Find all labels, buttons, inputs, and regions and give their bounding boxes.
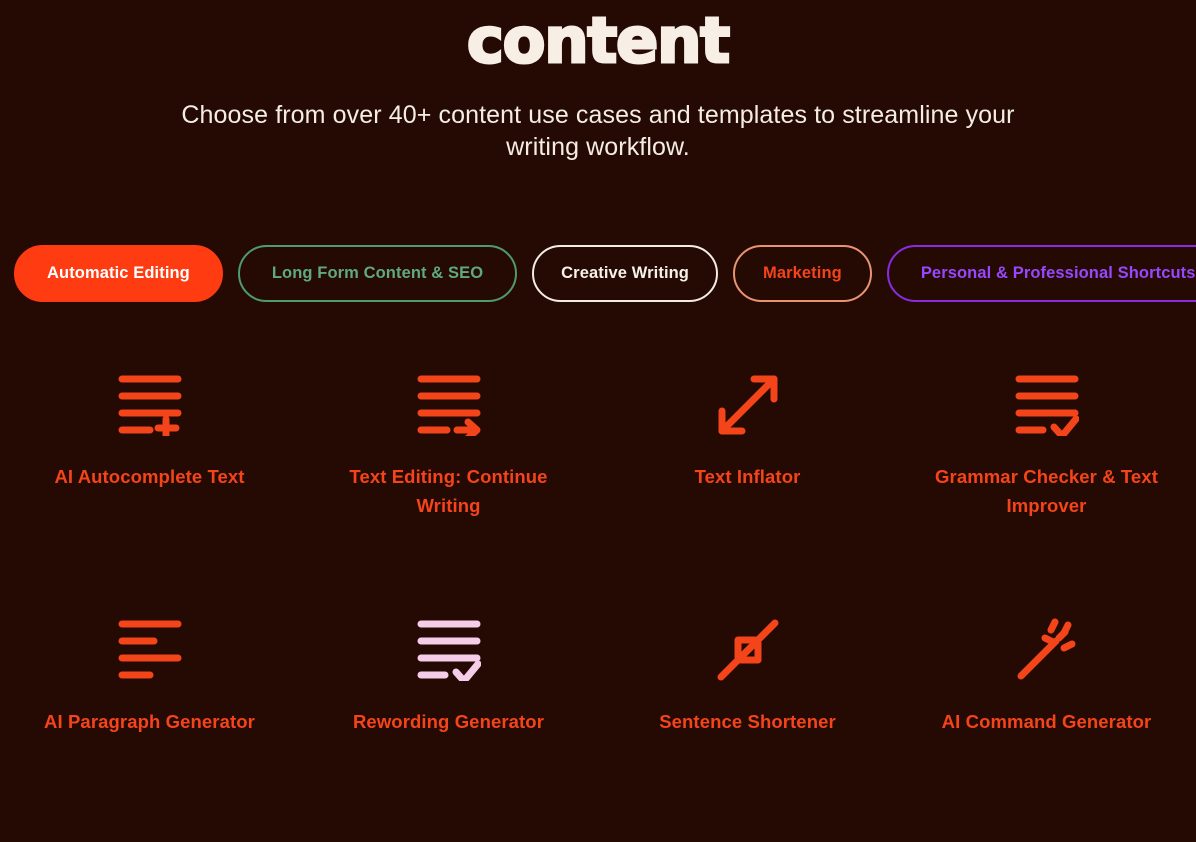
use-case-card[interactable]: Sentence Shortener [598,597,897,842]
filter-pill-automatic-editing[interactable]: Automatic Editing [14,245,223,302]
page-subtitle: Choose from over 40+ content use cases a… [181,101,1015,161]
filter-pill-label: Marketing [762,264,842,282]
filter-pill-creative-writing[interactable]: Creative Writing [532,245,718,302]
use-case-label: Rewording Generator [352,711,545,732]
use-case-card[interactable]: AI Autocomplete Text [0,352,299,597]
lines-check-icon [1008,370,1086,440]
filter-pill-long-form-content-seo[interactable]: Long Form Content & SEO [237,245,518,302]
filter-pill-label: Long Form Content & SEO [271,264,484,282]
lines-check-icon [410,615,488,685]
lines-alternating-icon [111,615,189,685]
filter-pill-label: Creative Writing [561,264,689,282]
hero-section: content Choose from over 40+ content use… [0,0,1196,163]
expand-diagonal-arrows-icon [709,370,787,440]
lines-plus-icon [111,370,189,440]
use-case-label: Sentence Shortener [659,711,836,732]
use-case-card[interactable]: AI Command Generator [897,597,1196,842]
magic-wand-icon [1008,615,1086,685]
use-case-label: Text Editing: Continue Writing [349,466,548,516]
filter-pill-marketing[interactable]: Marketing [732,245,872,302]
lines-arrow-right-icon [410,370,488,440]
page-root: content Choose from over 40+ content use… [0,0,1196,769]
use-case-card[interactable]: Text Editing: Continue Writing [299,352,598,597]
filter-pill-personal-professional-shortcuts[interactable]: Personal & Professional Shortcuts [886,245,1196,302]
use-case-label: Text Inflator [694,466,801,487]
use-case-card[interactable]: Text Inflator [598,352,897,597]
filter-pill-label: Personal & Professional Shortcuts [920,264,1196,282]
use-case-card[interactable]: Rewording Generator [299,597,598,842]
use-case-card[interactable]: AI Paragraph Generator [0,597,299,842]
category-filter-bar: Automatic Editing Long Form Content & SE… [14,245,1196,302]
page-title: content [466,3,732,79]
use-case-label: AI Command Generator [941,711,1152,732]
use-case-label: AI Autocomplete Text [54,466,245,487]
use-case-label: AI Paragraph Generator [44,711,255,732]
use-case-card[interactable]: Grammar Checker & Text Improver [897,352,1196,597]
filter-pill-label: Automatic Editing [47,264,190,282]
collapse-diagonal-arrows-icon [709,615,787,685]
use-case-label: Grammar Checker & Text Improver [935,466,1158,516]
